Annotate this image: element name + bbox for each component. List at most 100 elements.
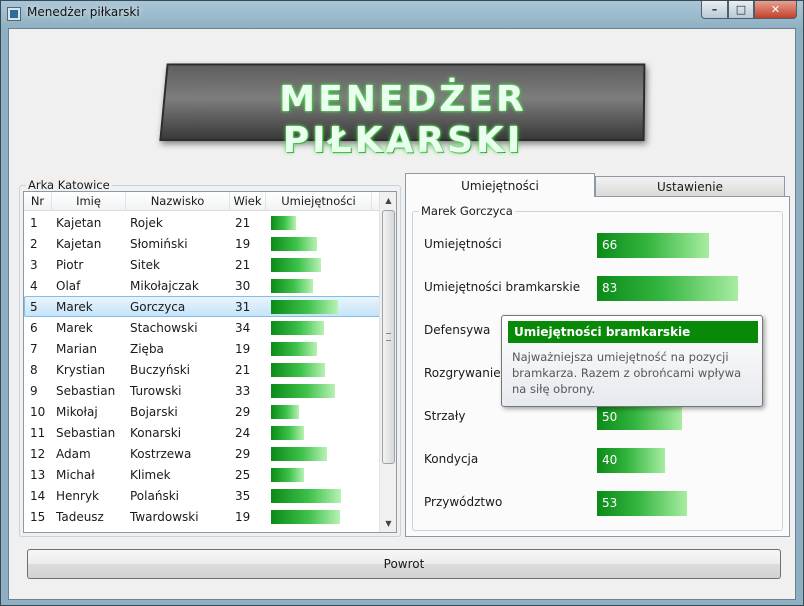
stat-label: Przywództwo — [424, 495, 502, 509]
cell-first-name: Henryk — [53, 489, 127, 503]
scroll-down-arrow-icon[interactable]: ▼ — [380, 515, 397, 532]
cell-last-name: Bojarski — [127, 405, 231, 419]
table-row[interactable]: 5 Marek Gorczyca 31 — [24, 296, 380, 317]
cell-last-name: Słomiński — [127, 237, 231, 251]
tooltip: Umiejętności bramkarskie Najważniejsza u… — [501, 315, 763, 407]
player-name: Marek Gorczyca — [419, 204, 515, 218]
main-content: MENEDŻER PIŁKARSKI Arka Katowice Nr Imię… — [8, 28, 796, 600]
stat-bar[interactable]: 66 — [597, 233, 709, 258]
skill-bar — [271, 447, 327, 461]
skill-bar — [271, 321, 324, 335]
logo-text: MENEDŻER PIŁKARSKI — [157, 79, 649, 161]
cell-age: 21 — [231, 363, 267, 377]
cell-last-name: Turowski — [127, 384, 231, 398]
stat-label: Defensywa — [424, 323, 490, 337]
table-row[interactable]: 6 Marek Stachowski 34 — [24, 317, 380, 338]
cell-last-name: Twardowski — [127, 510, 231, 524]
cell-skill — [267, 362, 373, 378]
stat-label: Rozgrywanie — [424, 366, 501, 380]
tab-ustawienie[interactable]: Ustawienie — [595, 176, 785, 198]
cell-first-name: Piotr — [53, 258, 127, 272]
tooltip-body: Najważniejsza umiejętność na pozycji bra… — [512, 349, 756, 397]
column-header-umiejetnosci[interactable]: Umiejętności — [266, 192, 372, 211]
column-header-imie[interactable]: Imię — [52, 192, 126, 211]
grip-icon — [386, 333, 391, 341]
cell-skill — [267, 425, 373, 441]
cell-first-name: Adam — [53, 447, 127, 461]
skill-bar — [271, 489, 341, 503]
cell-nr: 4 — [25, 279, 53, 293]
cell-age: 19 — [231, 237, 267, 251]
table-row[interactable]: 12 Adam Kostrzewa 29 — [24, 443, 380, 464]
table-row[interactable]: 3 Piotr Sitek 21 — [24, 254, 380, 275]
close-button[interactable]: ✕ — [754, 1, 797, 19]
scrollbar-thumb[interactable] — [382, 210, 395, 464]
table-row[interactable]: 10 Mikołaj Bojarski 29 — [24, 401, 380, 422]
maximize-button[interactable]: □ — [728, 1, 754, 19]
column-header-nazwisko[interactable]: Nazwisko — [126, 192, 230, 211]
cell-first-name: Krystian — [53, 363, 127, 377]
stat-bar[interactable]: 40 — [597, 448, 665, 473]
cell-last-name: Polański — [127, 489, 231, 503]
title-bar[interactable]: Menedżer piłkarski – □ ✕ — [1, 1, 803, 27]
cell-last-name: Kostrzewa — [127, 447, 231, 461]
stat-bar[interactable]: 53 — [597, 491, 687, 516]
cell-age: 24 — [231, 426, 267, 440]
skill-bar — [271, 258, 321, 272]
cell-nr: 11 — [25, 426, 53, 440]
table-row[interactable]: 14 Henryk Polański 35 — [24, 485, 380, 506]
stat-bar[interactable]: 50 — [597, 405, 682, 430]
cell-first-name: Kajetan — [53, 216, 127, 230]
table-row[interactable]: 4 Olaf Mikołajczak 30 — [24, 275, 380, 296]
cell-nr: 15 — [25, 510, 53, 524]
cell-last-name: Mikołajczak — [127, 279, 231, 293]
list-rows: 1 Kajetan Rojek 21 2 Kajetan Słomiński 19 3 Piotr… — [24, 212, 380, 527]
cell-nr: 6 — [25, 321, 53, 335]
cell-first-name: Kajetan — [53, 237, 127, 251]
cell-nr: 2 — [25, 237, 53, 251]
table-row[interactable]: 11 Sebastian Konarski 24 — [24, 422, 380, 443]
tab-umiejetnosci[interactable]: Umiejętności — [405, 173, 595, 197]
cell-age: 33 — [231, 384, 267, 398]
close-icon: ✕ — [771, 3, 780, 16]
column-header-wiek[interactable]: Wiek — [230, 192, 266, 211]
skill-bar — [271, 342, 317, 356]
cell-first-name: Tadeusz — [53, 510, 127, 524]
skill-bar — [271, 384, 335, 398]
cell-skill — [267, 278, 373, 294]
table-row[interactable]: 8 Krystian Buczyński 21 — [24, 359, 380, 380]
vertical-scrollbar[interactable]: ▲ ▼ — [379, 192, 396, 532]
cell-skill — [267, 215, 373, 231]
scroll-up-arrow-icon[interactable]: ▲ — [380, 192, 397, 209]
cell-skill — [267, 509, 373, 525]
column-header-nr[interactable]: Nr — [24, 192, 52, 211]
cell-first-name: Marek — [53, 300, 127, 314]
app-window: Menedżer piłkarski – □ ✕ MENEDŻER PIŁKAR… — [0, 0, 804, 606]
cell-age: 29 — [231, 405, 267, 419]
table-row[interactable]: 7 Marian Zięba 19 — [24, 338, 380, 359]
table-row[interactable]: 9 Sebastian Turowski 33 — [24, 380, 380, 401]
minimize-icon: – — [712, 3, 718, 16]
back-button[interactable]: Powrot — [27, 549, 781, 579]
player-list[interactable]: Nr Imię Nazwisko Wiek Umiejętności 1 Kaje… — [23, 191, 397, 533]
window-controls: – □ ✕ — [701, 1, 797, 19]
window-title: Menedżer piłkarski — [27, 5, 140, 19]
cell-first-name: Mikołaj — [53, 405, 127, 419]
app-icon — [7, 7, 21, 21]
table-row[interactable]: 1 Kajetan Rojek 21 — [24, 212, 380, 233]
cell-age: 34 — [231, 321, 267, 335]
minimize-button[interactable]: – — [701, 1, 728, 19]
cell-last-name: Zięba — [127, 342, 231, 356]
cell-skill — [267, 488, 373, 504]
table-row[interactable]: 15 Tadeusz Twardowski 19 — [24, 506, 380, 527]
stat-bar[interactable]: 83 — [597, 276, 738, 301]
table-row[interactable]: 2 Kajetan Słomiński 19 — [24, 233, 380, 254]
cell-last-name: Stachowski — [127, 321, 231, 335]
skill-bar — [271, 363, 325, 377]
cell-last-name: Klimek — [127, 468, 231, 482]
cell-nr: 7 — [25, 342, 53, 356]
cell-skill — [267, 383, 373, 399]
table-row[interactable]: 13 Michał Klimek 25 — [24, 464, 380, 485]
cell-nr: 1 — [25, 216, 53, 230]
skill-bar — [271, 426, 304, 440]
